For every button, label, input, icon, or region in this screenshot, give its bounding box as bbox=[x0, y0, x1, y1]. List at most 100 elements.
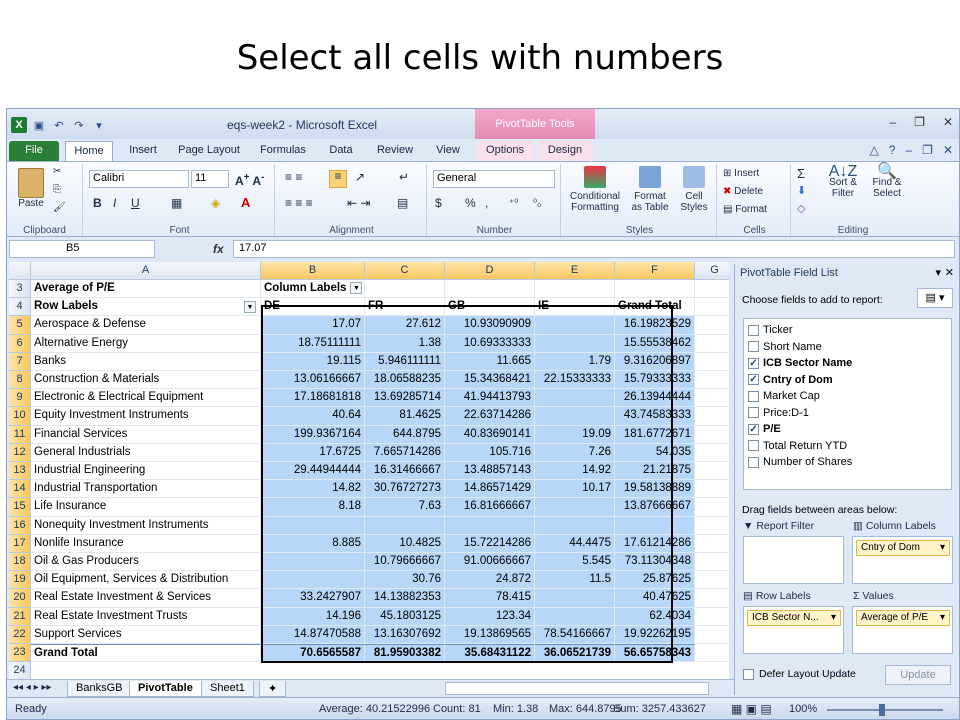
pivot-title-cell[interactable]: Average of P/E bbox=[31, 280, 261, 299]
value-cell[interactable]: 40.64 bbox=[261, 407, 365, 426]
empty-cell[interactable] bbox=[695, 335, 729, 353]
field-checkbox[interactable] bbox=[748, 390, 759, 402]
tab-formulas[interactable]: Formulas bbox=[253, 141, 313, 161]
formula-input[interactable]: 17.07 bbox=[233, 240, 955, 258]
tab-options[interactable]: Options bbox=[477, 141, 533, 161]
value-cell[interactable]: 7.665714286 bbox=[365, 443, 445, 462]
column-header-value[interactable]: DE bbox=[261, 298, 365, 317]
value-cell[interactable]: 7.63 bbox=[365, 498, 445, 517]
value-cell[interactable]: 13.48857143 bbox=[445, 462, 535, 481]
empty-cell[interactable] bbox=[695, 444, 729, 462]
find-select-button[interactable]: 🔍 Find & Select bbox=[867, 164, 907, 200]
value-cell[interactable]: 29.44944444 bbox=[261, 462, 365, 481]
column-header-b[interactable]: B bbox=[261, 262, 365, 280]
value-cell[interactable]: 41.94413793 bbox=[445, 389, 535, 408]
value-cell[interactable]: 7.26 bbox=[535, 443, 615, 462]
insert-sheet-icon[interactable]: ✦ bbox=[259, 681, 287, 697]
value-cell[interactable]: 19.115 bbox=[261, 352, 365, 371]
value-cell[interactable]: 40.47625 bbox=[615, 589, 695, 608]
value-cell[interactable] bbox=[535, 407, 615, 426]
empty-cell[interactable] bbox=[695, 480, 729, 499]
horizontal-scrollbar[interactable] bbox=[445, 682, 709, 695]
value-cell[interactable]: 10.69333333 bbox=[445, 334, 535, 353]
orientation-icon[interactable]: ↗ bbox=[355, 171, 365, 183]
value-cell[interactable]: 199.9367164 bbox=[261, 425, 365, 444]
field-item[interactable]: Market Cap bbox=[748, 388, 820, 404]
value-cell[interactable]: 43.74583333 bbox=[615, 407, 695, 426]
column-header-e[interactable]: E bbox=[535, 262, 615, 280]
paste-button[interactable]: Paste bbox=[13, 168, 49, 209]
row-header[interactable]: 10 bbox=[9, 407, 31, 426]
value-cell[interactable] bbox=[535, 516, 615, 535]
increase-decimal-icon[interactable]: ⁺⁰ bbox=[509, 198, 518, 209]
value-cell[interactable]: 17.18681818 bbox=[261, 389, 365, 408]
value-cell[interactable]: 45.1803125 bbox=[365, 607, 445, 626]
customize-qat-icon[interactable]: ▾ bbox=[91, 117, 107, 133]
value-cell[interactable]: 81.4625 bbox=[365, 407, 445, 426]
layout-options-button[interactable]: ▤ ▾ bbox=[917, 288, 953, 308]
sheet-tab-sheet1[interactable]: Sheet1 bbox=[201, 681, 254, 697]
value-cell[interactable]: 21.21875 bbox=[615, 462, 695, 481]
value-cell[interactable]: 16.19823529 bbox=[615, 316, 695, 335]
minimize-icon[interactable]: – bbox=[889, 115, 896, 129]
value-cell[interactable]: 18.06588235 bbox=[365, 371, 445, 390]
format-as-table-button[interactable]: Format as Table bbox=[627, 166, 673, 213]
row-label-cell[interactable]: Electronic & Electrical Equipment bbox=[31, 389, 261, 408]
value-cell[interactable]: 14.82 bbox=[261, 480, 365, 499]
grand-total-value[interactable]: 56.65758343 bbox=[615, 644, 695, 663]
value-cell[interactable]: 1.38 bbox=[365, 334, 445, 353]
copy-icon[interactable]: ⎘ bbox=[53, 184, 61, 195]
report-filter-area[interactable] bbox=[743, 536, 844, 584]
row-header[interactable]: 18 bbox=[9, 553, 31, 572]
tab-data[interactable]: Data bbox=[319, 141, 363, 161]
view-buttons-icon[interactable]: ▦ ▣ ▤ bbox=[731, 702, 772, 716]
row-header[interactable]: 7 bbox=[9, 352, 31, 371]
value-cell[interactable]: 10.93090909 bbox=[445, 316, 535, 335]
row-label-cell[interactable]: Real Estate Investment Trusts bbox=[31, 607, 261, 626]
field-checkbox[interactable]: ✓ bbox=[748, 423, 759, 435]
row-header[interactable]: 17 bbox=[9, 534, 31, 553]
value-cell[interactable]: 14.13882353 bbox=[365, 589, 445, 608]
row-header[interactable]: 21 bbox=[9, 607, 31, 626]
italic-icon[interactable]: I bbox=[113, 197, 116, 209]
column-header-d[interactable]: D bbox=[445, 262, 535, 280]
row-header[interactable]: 19 bbox=[9, 571, 31, 590]
save-icon[interactable]: ▣ bbox=[31, 117, 47, 133]
row-header[interactable]: 12 bbox=[9, 443, 31, 462]
row-header[interactable]: 20 bbox=[9, 589, 31, 608]
empty-cell[interactable] bbox=[615, 280, 695, 299]
row-label-cell[interactable]: Equity Investment Instruments bbox=[31, 407, 261, 426]
update-button[interactable]: Update bbox=[885, 665, 951, 685]
row-label-cell[interactable]: Oil Equipment, Services & Distribution bbox=[31, 571, 261, 590]
row-label-cell[interactable]: Industrial Transportation bbox=[31, 480, 261, 499]
fill-icon[interactable]: ⬇ bbox=[797, 186, 806, 197]
value-cell[interactable]: 54.035 bbox=[615, 443, 695, 462]
empty-cell[interactable] bbox=[695, 407, 729, 426]
value-cell[interactable]: 123.34 bbox=[445, 607, 535, 626]
field-checkbox[interactable] bbox=[748, 341, 759, 352]
empty-cell[interactable] bbox=[695, 517, 729, 535]
field-checkbox[interactable] bbox=[748, 456, 759, 468]
value-cell[interactable]: 181.6772671 bbox=[615, 425, 695, 444]
workbook-restore-icon[interactable]: ❐ bbox=[922, 143, 933, 157]
value-cell[interactable]: 13.06166667 bbox=[261, 371, 365, 390]
value-cell[interactable] bbox=[445, 516, 535, 535]
empty-cell[interactable] bbox=[695, 553, 729, 572]
grand-total-value[interactable]: 70.6565587 bbox=[261, 644, 365, 663]
row-header[interactable]: 16 bbox=[9, 516, 31, 535]
value-cell[interactable] bbox=[261, 516, 365, 535]
value-cell[interactable]: 8.18 bbox=[261, 498, 365, 517]
empty-cell[interactable] bbox=[695, 626, 729, 644]
empty-cell[interactable] bbox=[695, 280, 729, 299]
row-labels-filter-icon[interactable]: ▼ bbox=[244, 301, 256, 314]
workbook-close-icon[interactable]: ✕ bbox=[943, 143, 953, 157]
excel-logo-icon[interactable]: X bbox=[11, 117, 27, 133]
value-cell[interactable] bbox=[535, 589, 615, 608]
tab-insert[interactable]: Insert bbox=[119, 141, 167, 161]
name-box[interactable]: B5 bbox=[9, 240, 155, 258]
empty-cell[interactable] bbox=[535, 280, 615, 299]
value-cell[interactable]: 26.13944444 bbox=[615, 389, 695, 408]
row-label-cell[interactable]: Oil & Gas Producers bbox=[31, 553, 261, 572]
row-label-cell[interactable]: Alternative Energy bbox=[31, 334, 261, 353]
row-header[interactable]: 3 bbox=[9, 280, 31, 299]
